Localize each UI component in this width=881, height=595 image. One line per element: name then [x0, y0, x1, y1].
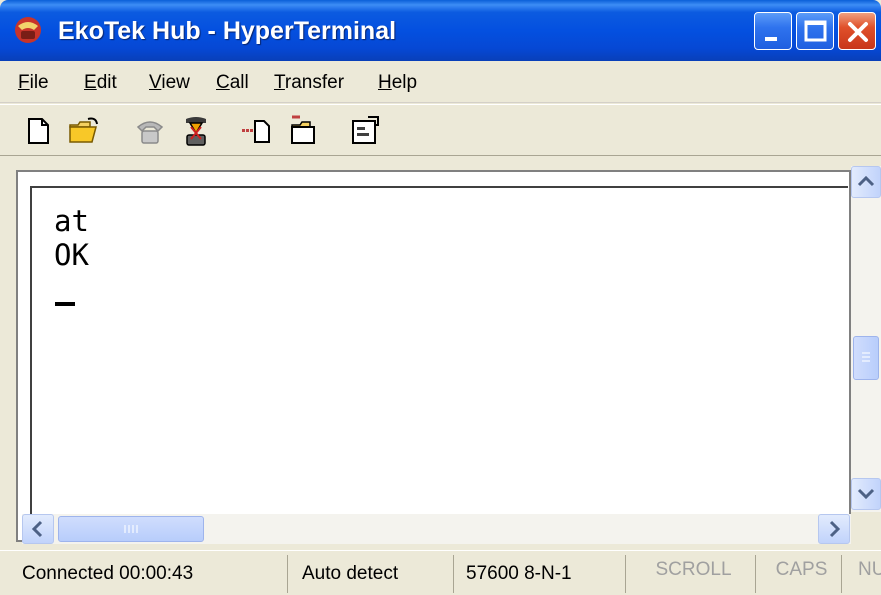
- status-port-settings: 57600 8-N-1: [460, 555, 626, 593]
- open-folder-icon[interactable]: [68, 115, 100, 147]
- scroll-left-button[interactable]: [22, 514, 54, 544]
- terminal-line: at: [54, 204, 89, 238]
- window-title: EkoTek Hub - HyperTerminal: [58, 17, 397, 45]
- menu-call[interactable]: Call: [216, 71, 249, 95]
- chevron-down-icon: [857, 488, 875, 500]
- horizontal-scrollbar[interactable]: [22, 514, 851, 544]
- hyperterminal-window: EkoTek Hub - HyperTerminal File Edit Vie…: [0, 0, 881, 595]
- chevron-up-icon: [857, 175, 875, 187]
- chevron-right-icon: [829, 520, 841, 538]
- connect-phone-icon[interactable]: [134, 115, 166, 147]
- title-bar[interactable]: EkoTek Hub - HyperTerminal: [0, 0, 881, 61]
- disconnect-phone-icon[interactable]: [180, 115, 212, 147]
- maximize-button[interactable]: [796, 12, 834, 50]
- close-icon: [848, 22, 868, 42]
- hyperterminal-app-icon[interactable]: [12, 14, 44, 46]
- menu-file[interactable]: File: [18, 71, 49, 95]
- vertical-scroll-thumb[interactable]: [853, 336, 879, 380]
- scroll-up-button[interactable]: [851, 166, 881, 198]
- status-connection: Connected 00:00:43: [16, 555, 288, 593]
- terminal-screen[interactable]: [30, 186, 848, 514]
- terminal-cursor: [55, 302, 75, 306]
- properties-icon[interactable]: [348, 115, 380, 147]
- terminal-line: OK: [54, 238, 89, 272]
- close-button[interactable]: [838, 12, 876, 50]
- terminal-output: at OK: [54, 204, 89, 272]
- status-caps: CAPS: [762, 555, 842, 593]
- send-file-icon[interactable]: [240, 115, 272, 147]
- minimize-icon: [765, 37, 777, 41]
- menu-transfer[interactable]: Transfer: [274, 71, 344, 95]
- scroll-down-button[interactable]: [851, 478, 881, 510]
- menu-view[interactable]: View: [149, 71, 190, 95]
- status-emulation: Auto detect: [296, 555, 454, 593]
- status-num: NUM: [858, 559, 881, 580]
- status-scroll: SCROLL: [632, 555, 756, 593]
- menu-bar: File Edit View Call Transfer Help: [0, 61, 881, 103]
- receive-file-icon[interactable]: [286, 115, 318, 147]
- grip-icon: [124, 525, 138, 533]
- horizontal-scroll-thumb[interactable]: [58, 516, 204, 542]
- new-document-icon[interactable]: [22, 115, 54, 147]
- menu-edit[interactable]: Edit: [84, 71, 117, 95]
- scroll-right-button[interactable]: [818, 514, 850, 544]
- minimize-button[interactable]: [754, 12, 792, 50]
- vertical-scrollbar[interactable]: [851, 166, 881, 512]
- menu-help[interactable]: Help: [378, 71, 417, 95]
- maximize-icon: [804, 20, 827, 42]
- toolbar: [0, 104, 881, 156]
- status-bar: Connected 00:00:43 Auto detect 57600 8-N…: [0, 550, 881, 595]
- grip-icon: [862, 352, 870, 362]
- chevron-left-icon: [31, 520, 43, 538]
- scrollbar-corner: [851, 514, 881, 544]
